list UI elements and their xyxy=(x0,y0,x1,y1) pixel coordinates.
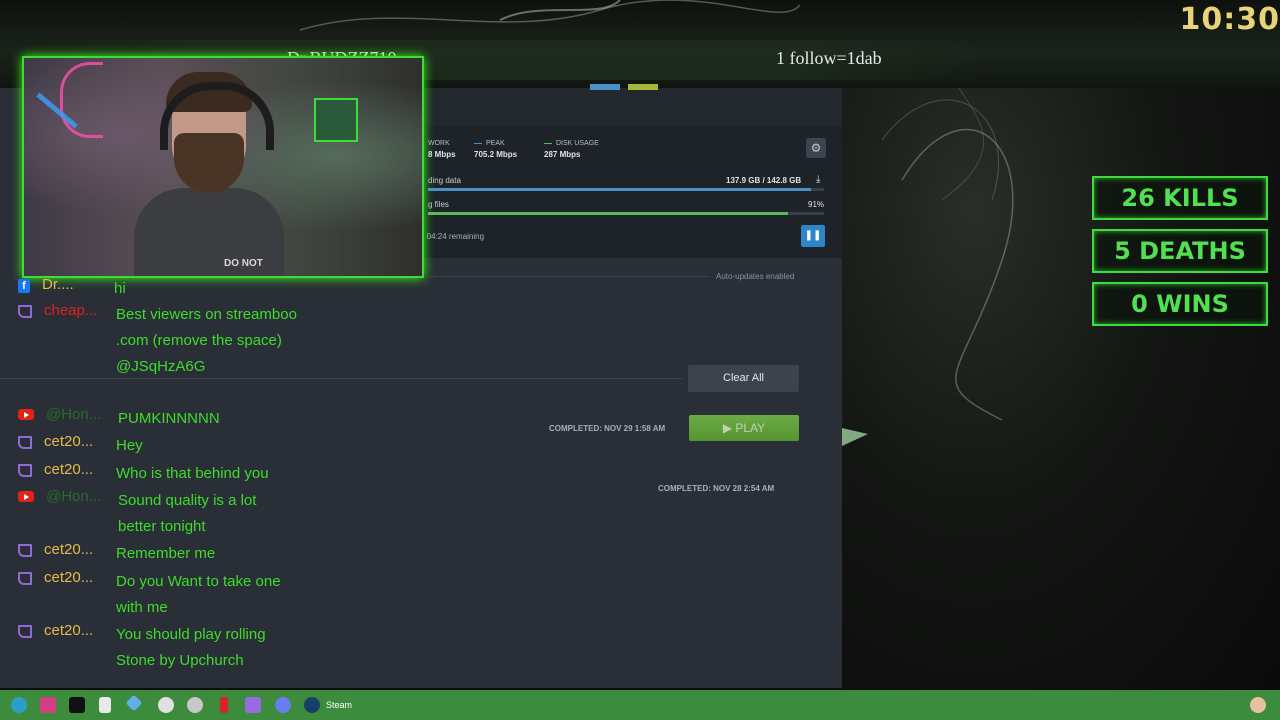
twitch-icon xyxy=(18,464,32,477)
chat-message: cet20... Do you Want to take one with me xyxy=(18,569,286,621)
green-shelf-light xyxy=(314,98,358,142)
auto-updates-divider xyxy=(430,276,710,277)
chat-message: cet20... Who is that behind you xyxy=(18,461,336,487)
chat-username: cet20... xyxy=(44,569,94,586)
smoke-swirls xyxy=(881,19,1014,421)
chat-text: Do you Want to take one with me xyxy=(116,573,281,616)
completed-date-2: COMPLETED: NOV 28 2:54 AM xyxy=(658,484,775,493)
disk-swatch xyxy=(544,142,552,144)
header-tab-yellow[interactable] xyxy=(628,84,658,90)
chat-username: cet20... xyxy=(44,541,94,558)
chat-message: f Dr.... hi xyxy=(18,276,304,302)
steam-icon[interactable] xyxy=(187,697,203,713)
chat-message: cet20... You should play rolling Stone b… xyxy=(18,622,301,674)
twitch-icon xyxy=(18,305,32,318)
chat-username: @Hon... xyxy=(46,488,102,505)
tiktok-icon[interactable] xyxy=(69,697,85,713)
chat-message: cet20... Remember me xyxy=(18,541,306,567)
instagram-icon[interactable] xyxy=(40,697,56,713)
chat-text: PUMKINNNNN xyxy=(118,410,220,427)
chat-message: cheap... Best viewers on streamboo .com … xyxy=(18,302,306,380)
stat-peak-label: PEAK xyxy=(486,140,505,147)
verify-row-label: g files xyxy=(428,200,449,209)
steam-taskbar-icon[interactable] xyxy=(304,697,320,713)
steam-header xyxy=(420,84,842,126)
follow-goal: 1 follow=1dab xyxy=(776,48,882,68)
chat-username: cet20... xyxy=(44,622,94,639)
twitch-icon xyxy=(18,436,32,449)
verify-progress-fill xyxy=(428,212,789,215)
taskbar-steam-label[interactable]: Steam xyxy=(326,700,352,710)
stat-peak-value: 705.2 Mbps xyxy=(474,150,518,159)
discord-icon[interactable] xyxy=(275,697,291,713)
facebook-icon: f xyxy=(18,279,30,293)
download-icon: ⤓ xyxy=(816,174,821,185)
streamer xyxy=(134,72,284,276)
chat-text: You should play rolling Stone by Upchurc… xyxy=(116,626,266,669)
green-arrow-icon xyxy=(842,428,868,446)
twitch-icon xyxy=(18,544,32,557)
youtube-icon xyxy=(18,409,34,420)
download-row-label: ding data xyxy=(428,176,461,185)
verify-row-value: 91% xyxy=(808,200,825,209)
smoke-background xyxy=(842,0,1280,690)
stat-network-label: WORK xyxy=(428,140,450,147)
twitch-icon xyxy=(18,625,32,638)
deaths-counter: 5 DEATHS xyxy=(1092,229,1268,273)
chat-message: @Hon... PUMKINNNNN xyxy=(18,406,308,432)
stat-disk-label: DISK USAGE xyxy=(556,140,599,147)
gear-icon[interactable]: ⚙ xyxy=(806,138,826,158)
kills-counter: 26 KILLS xyxy=(1092,176,1268,220)
auto-updates-label: Auto-updates enabled xyxy=(716,272,795,281)
chat-text: Hey xyxy=(116,437,143,454)
header-tab-blue[interactable] xyxy=(590,84,620,90)
clear-all-button[interactable]: Clear All xyxy=(688,365,799,392)
chat-username: cet20... xyxy=(44,433,94,450)
stat-peak: PEAK 705.2 Mbps xyxy=(474,140,517,159)
twitch-icon xyxy=(18,572,32,585)
obs-icon[interactable] xyxy=(158,697,174,713)
stat-network-value: 8 Mbps xyxy=(428,150,456,159)
completed-date-1: COMPLETED: NOV 29 1:58 AM xyxy=(549,424,666,433)
twitch-icon[interactable] xyxy=(245,697,261,713)
pause-button[interactable]: ❚❚ xyxy=(801,225,825,247)
webcam-feed: DO NOT xyxy=(22,56,424,278)
stat-network: WORK 8 Mbps xyxy=(428,140,456,159)
chat-message: cet20... Hey xyxy=(18,433,306,459)
chat-text: Who is that behind you xyxy=(116,465,269,482)
red-app-icon[interactable] xyxy=(220,697,228,713)
download-progress-bar xyxy=(428,188,824,191)
peak-swatch xyxy=(474,142,482,144)
chat-username: cet20... xyxy=(44,461,94,478)
shirt-text: DO NOT xyxy=(224,258,263,269)
chat-username: Dr.... xyxy=(42,276,74,293)
weather-icon[interactable] xyxy=(1250,697,1266,713)
play-button[interactable]: ▶ PLAY xyxy=(689,415,799,441)
chat-text: Remember me xyxy=(116,545,216,562)
verify-progress-bar xyxy=(428,212,824,215)
neon-sign xyxy=(60,62,103,138)
clock: 10:30 xyxy=(1179,2,1280,37)
download-row-value: 137.9 GB / 142.8 GB xyxy=(726,176,802,185)
chat-message: @Hon... Sound quality is a lot better to… xyxy=(18,488,293,540)
pause-icon: ❚❚ xyxy=(804,230,822,241)
stat-disk-value: 287 Mbps xyxy=(544,150,581,159)
file-icon[interactable] xyxy=(99,697,111,713)
stat-disk: DISK USAGE 287 Mbps xyxy=(544,140,599,159)
play-label: PLAY xyxy=(735,421,766,435)
chat-text: Best viewers on streamboo .com (remove t… xyxy=(116,306,297,375)
chat-username: cheap... xyxy=(44,302,98,319)
download-progress-fill xyxy=(428,188,811,191)
youtube-icon xyxy=(18,491,34,502)
wins-counter: 0 WINS xyxy=(1092,282,1268,326)
play-icon: ▶ xyxy=(722,421,736,435)
chat-text: Sound quality is a lot better tonight xyxy=(118,492,257,535)
chat-username: @Hon... xyxy=(46,406,102,423)
edge-icon[interactable] xyxy=(11,697,27,713)
chat-text: hi xyxy=(114,280,126,297)
time-remaining: d 04:24 remaining xyxy=(420,232,485,241)
